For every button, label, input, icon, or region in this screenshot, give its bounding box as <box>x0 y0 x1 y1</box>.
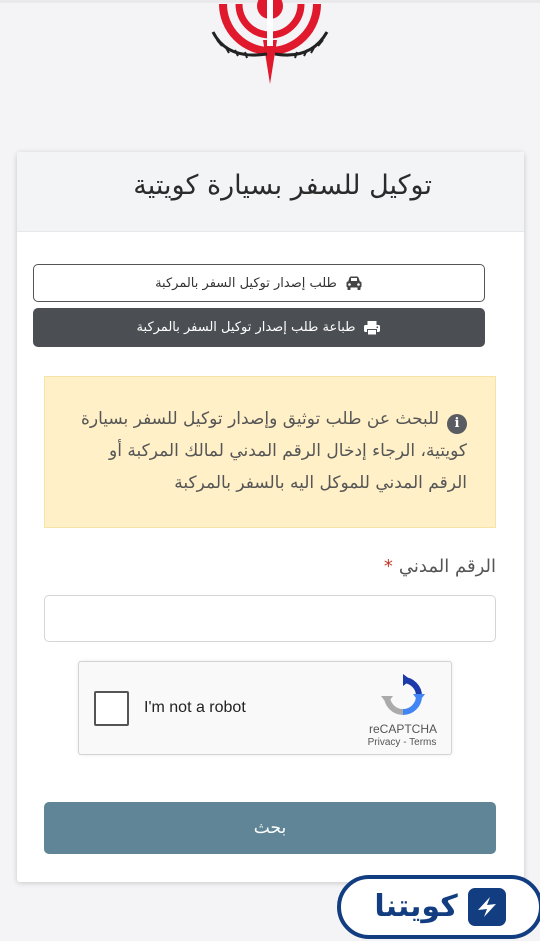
request-authorization-label: طلب إصدار توكيل السفر بالمركبة <box>155 275 337 291</box>
print-request-button[interactable]: طباعة طلب إصدار توكيل السفر بالمركبة <box>33 308 485 347</box>
page-title: توكيل للسفر بسيارة كويتية <box>133 170 432 201</box>
search-button[interactable]: بحث <box>44 802 496 854</box>
info-icon: i <box>447 414 467 434</box>
info-alert-text: للبحث عن طلب توثيق وإصدار توكيل للسفر بس… <box>80 409 467 493</box>
recaptcha-links: Privacy - Terms <box>359 737 445 748</box>
watermark-badge: كويتنا <box>337 875 540 939</box>
watermark-text: كويتنا <box>374 889 458 924</box>
recaptcha-brand: reCAPTCHA <box>368 722 437 736</box>
civil-id-label: الرقم المدني* <box>384 556 496 577</box>
recaptcha-privacy-link[interactable]: Privacy <box>368 737 401 748</box>
civil-id-input[interactable] <box>44 595 496 642</box>
ministry-logo <box>205 0 335 90</box>
card-header: توكيل للسفر بسيارة كويتية <box>17 152 524 232</box>
authorization-card: توكيل للسفر بسيارة كويتية طلب إصدار توكي… <box>17 152 524 882</box>
recaptcha-terms-link[interactable]: Terms <box>409 737 436 748</box>
kuwaitna-logo-icon <box>467 888 506 926</box>
recaptcha-logo-icon <box>381 674 425 718</box>
required-mark: * <box>383 556 393 577</box>
printer-icon <box>363 320 381 336</box>
info-alert: iللبحث عن طلب توثيق وإصدار توكيل للسفر ب… <box>44 376 496 528</box>
car-icon <box>345 275 363 291</box>
recaptcha-link-separator: - <box>400 737 410 748</box>
print-request-label: طباعة طلب إصدار توكيل السفر بالمركبة <box>136 320 356 335</box>
request-authorization-button[interactable]: طلب إصدار توكيل السفر بالمركبة <box>33 264 485 302</box>
recaptcha-label: I'm not a robot <box>144 699 246 716</box>
info-alert-body: iللبحث عن طلب توثيق وإصدار توكيل للسفر ب… <box>75 403 467 499</box>
recaptcha-widget: I'm not a robot reCAPTCHA Privacy - Term… <box>78 661 452 755</box>
civil-id-label-text: الرقم المدني <box>398 556 496 577</box>
recaptcha-checkbox[interactable] <box>94 691 129 726</box>
